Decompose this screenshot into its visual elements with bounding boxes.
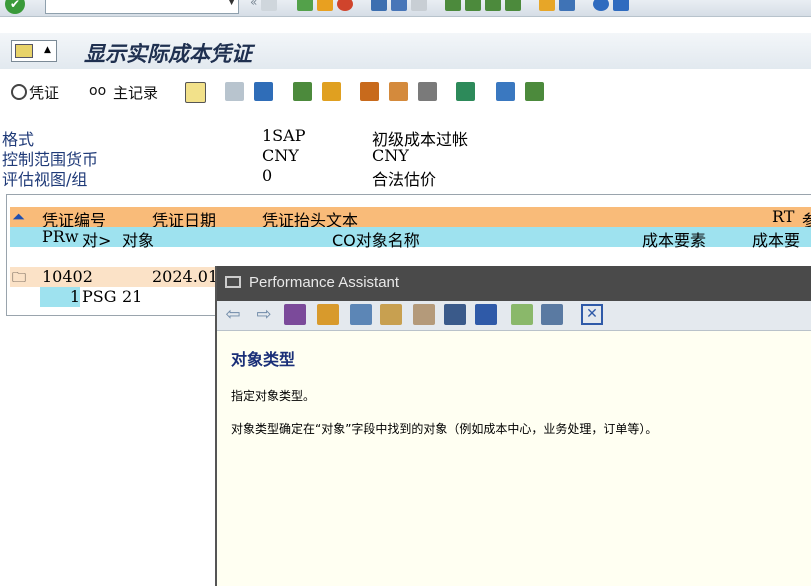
find-icon[interactable] bbox=[391, 0, 408, 11]
edit-doc-icon[interactable] bbox=[380, 304, 402, 325]
col-cost-element[interactable]: 成本要素 bbox=[642, 227, 706, 251]
list-header-row: ⏶ 凭证编号 凭证日期 凭证抬头文本 RT 参 bbox=[10, 207, 811, 230]
voucher-button-label: 凭证 bbox=[29, 83, 60, 102]
save-layout-icon[interactable] bbox=[418, 82, 437, 101]
filter-icon[interactable] bbox=[254, 82, 273, 101]
assistant-text-2: 对象类型确定在“对象”字段中找到的对象（例如成本中心，业务处理，订单等）。 bbox=[231, 422, 658, 436]
table-icon[interactable] bbox=[444, 304, 466, 325]
change-layout-icon[interactable] bbox=[389, 82, 408, 101]
cancel-icon[interactable] bbox=[337, 0, 354, 11]
help-icon[interactable] bbox=[593, 0, 610, 11]
send-icon[interactable] bbox=[525, 82, 544, 101]
master-record-button-label: 主记录 bbox=[113, 83, 159, 102]
last-page-icon[interactable] bbox=[505, 0, 522, 11]
detail-icon[interactable] bbox=[225, 82, 244, 101]
back-arrow-icon[interactable]: ⇦ bbox=[222, 304, 244, 325]
object-cell[interactable]: 21 bbox=[122, 287, 142, 306]
col-cost-element-name[interactable]: 成本要 bbox=[752, 227, 800, 251]
list-subheader-row: PRw 对> 对象 CO对象名称 成本要素 成本要 bbox=[10, 227, 811, 250]
chevron-down-icon[interactable]: ▼ bbox=[228, 0, 235, 7]
master-record-button[interactable]: oo 主记录 bbox=[89, 80, 158, 104]
layout-grid-icon[interactable] bbox=[360, 82, 379, 101]
assistant-toolbar: ⇦ ⇨ ✕ bbox=[217, 301, 811, 331]
sum-icon[interactable] bbox=[456, 82, 475, 101]
sort-descending-icon[interactable] bbox=[322, 82, 341, 101]
currency-code: CNY bbox=[262, 146, 299, 165]
obj-type-cell: PSG bbox=[82, 287, 117, 306]
shortcut-icon[interactable] bbox=[559, 0, 576, 11]
table-row[interactable]: 1 PSG 21 bbox=[10, 287, 220, 307]
double-chevron-icon[interactable]: « bbox=[250, 0, 257, 11]
edit-icon[interactable] bbox=[350, 304, 372, 325]
forward-arrow-icon[interactable]: ⇨ bbox=[253, 304, 275, 325]
prev-page-icon[interactable] bbox=[465, 0, 482, 11]
print-icon[interactable] bbox=[371, 0, 388, 11]
system-toolbar-icons: « bbox=[250, 0, 630, 11]
first-page-icon[interactable] bbox=[445, 0, 462, 11]
glasses-icon: oo bbox=[89, 83, 107, 99]
next-page-icon[interactable] bbox=[485, 0, 502, 11]
enter-check-icon[interactable]: ✔ bbox=[5, 0, 25, 14]
menu-icon bbox=[15, 44, 33, 58]
page-title: 显示实际成本凭证 bbox=[84, 41, 252, 66]
title-bar: ▲ 显示实际成本凭证 bbox=[0, 33, 811, 69]
document-icon[interactable] bbox=[185, 82, 206, 103]
valuation-label: 评估视图/组 bbox=[2, 170, 88, 189]
close-icon[interactable]: ✕ bbox=[581, 304, 603, 325]
sort-ascending-icon[interactable] bbox=[293, 82, 312, 101]
expand-all-icon[interactable]: ⏶ bbox=[12, 207, 25, 227]
export-icon[interactable] bbox=[496, 82, 515, 101]
col-co-object-name[interactable]: CO对象名称 bbox=[332, 227, 420, 251]
doc-date-cell: 2024.01 bbox=[152, 267, 219, 286]
prw-cell: 1 bbox=[40, 287, 80, 307]
assistant-text-1: 指定对象类型。 bbox=[231, 389, 316, 403]
user-icon[interactable] bbox=[413, 304, 435, 325]
exit-icon[interactable] bbox=[317, 0, 334, 11]
print-icon[interactable] bbox=[541, 304, 563, 325]
application-toolbar: 凭证 oo 主记录 bbox=[0, 80, 811, 106]
menu-button[interactable]: ▲ bbox=[11, 40, 57, 62]
layout-icon[interactable] bbox=[613, 0, 630, 11]
col-prw[interactable]: PRw bbox=[42, 227, 79, 246]
find-next-icon[interactable] bbox=[411, 0, 428, 11]
system-toolbar: ✔ ▼ « bbox=[0, 0, 811, 17]
save-icon[interactable] bbox=[261, 0, 278, 11]
valuation-desc: 合法估价 bbox=[372, 170, 437, 189]
window-icon bbox=[225, 276, 241, 288]
export-doc-icon[interactable] bbox=[511, 304, 533, 325]
col-rt[interactable]: RT bbox=[772, 207, 794, 226]
performance-assistant-window: Performance Assistant ⇦ ⇨ ✕ 对象类型 指定对象类型。… bbox=[215, 266, 811, 586]
magnifier-icon bbox=[11, 84, 27, 100]
table-row[interactable]: 🗀 10402 2024.01 bbox=[10, 267, 220, 287]
book-icon[interactable] bbox=[284, 304, 306, 325]
assistant-title: Performance Assistant bbox=[249, 274, 400, 291]
col-obj-type[interactable]: 对> bbox=[82, 227, 111, 251]
open-window-icon[interactable] bbox=[475, 304, 497, 325]
technical-info-icon[interactable] bbox=[317, 304, 339, 325]
voucher-button[interactable]: 凭证 bbox=[11, 80, 59, 104]
chevron-down-icon: ▲ bbox=[44, 45, 51, 55]
currency-desc: CNY bbox=[372, 146, 409, 165]
back-icon[interactable] bbox=[297, 0, 314, 11]
doc-no-cell[interactable]: 10402 bbox=[42, 267, 93, 286]
valuation-code: 0 bbox=[262, 166, 273, 185]
new-session-icon[interactable] bbox=[539, 0, 556, 11]
command-field[interactable]: ▼ bbox=[45, 0, 239, 14]
assistant-title-bar[interactable]: Performance Assistant bbox=[217, 266, 811, 301]
format-code: 1SAP bbox=[262, 126, 306, 145]
col-object[interactable]: 对象 bbox=[122, 227, 154, 251]
assistant-heading: 对象类型 bbox=[231, 350, 296, 369]
